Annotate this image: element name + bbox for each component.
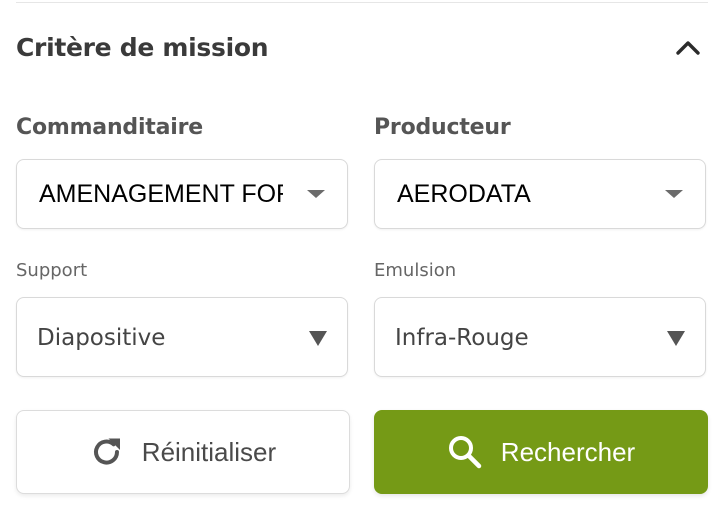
reset-label: Réinitialiser	[141, 436, 277, 467]
commanditaire-select[interactable]: AMENAGEMENT FORESTIER	[16, 159, 348, 229]
dropdown-triangle-icon	[309, 331, 327, 346]
support-field: Support Diapositive	[16, 258, 350, 380]
section-header: Critère de mission	[16, 20, 708, 74]
support-label: Support	[16, 260, 88, 281]
search-button[interactable]: Rechercher	[374, 410, 708, 494]
collapse-toggle-button[interactable]	[670, 29, 706, 65]
emulsion-field: Emulsion Infra-Rouge	[374, 258, 708, 380]
producteur-label: Producteur	[374, 115, 511, 140]
emulsion-value: Infra-Rouge	[395, 325, 529, 351]
producteur-field: Producteur AERODATA	[374, 112, 708, 232]
commanditaire-label: Commanditaire	[16, 115, 203, 140]
support-select[interactable]: Diapositive	[16, 297, 348, 377]
dropdown-triangle-icon	[667, 331, 685, 346]
search-icon	[447, 434, 483, 470]
support-value: Diapositive	[37, 325, 166, 351]
emulsion-select[interactable]: Infra-Rouge	[374, 297, 706, 377]
chevron-up-icon	[676, 41, 700, 55]
reset-button[interactable]: Réinitialiser	[16, 410, 350, 494]
refresh-icon	[90, 435, 124, 469]
producteur-value: AERODATA	[397, 180, 531, 208]
dropdown-caret-icon	[665, 190, 683, 198]
top-divider	[16, 2, 708, 3]
emulsion-label: Emulsion	[374, 260, 457, 281]
section-title: Critère de mission	[16, 32, 269, 62]
dropdown-caret-icon	[307, 190, 325, 198]
producteur-select[interactable]: AERODATA	[374, 159, 706, 229]
commanditaire-field: Commanditaire AMENAGEMENT FORESTIER	[16, 112, 350, 232]
search-label: Rechercher	[500, 436, 636, 467]
commanditaire-value: AMENAGEMENT FORESTIER	[39, 180, 283, 208]
